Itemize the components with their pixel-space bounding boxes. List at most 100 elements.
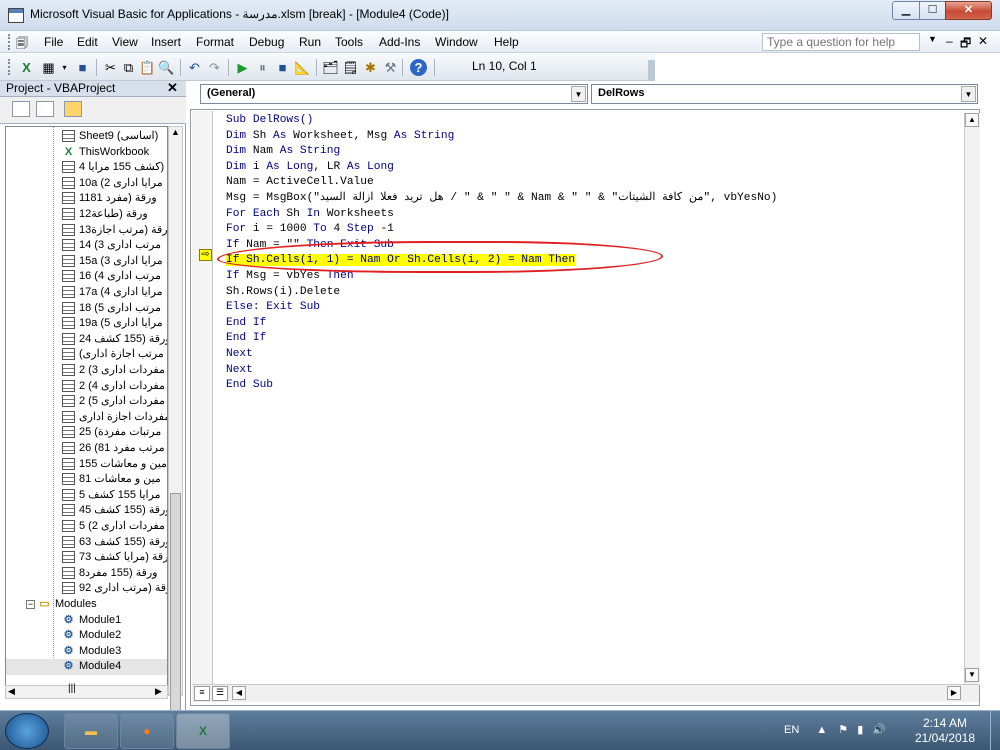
menu-tools[interactable]: Tools — [335, 35, 363, 49]
code-line[interactable]: Dim Sh As Worksheet, Msg As String — [226, 129, 454, 145]
project-pane-close-icon[interactable]: ✕ — [167, 80, 178, 96]
run-icon[interactable]: ▶ — [234, 59, 251, 76]
menu-help[interactable]: Help — [494, 35, 519, 49]
toolbar-grip[interactable] — [8, 59, 11, 75]
menu-edit[interactable]: Edit — [77, 35, 98, 49]
object-browser-icon[interactable]: ✱ — [362, 59, 379, 76]
menu-file[interactable]: File — [44, 35, 63, 49]
procedure-view-icon[interactable]: ≡ — [194, 686, 210, 701]
code-line[interactable]: Dim i As Long, LR As Long — [226, 160, 394, 176]
code-line[interactable]: Sub DelRows() — [226, 113, 313, 129]
tree-item[interactable]: 18 (مرتب ادارى 5 — [6, 301, 167, 317]
tree-item[interactable]: 7ورقة (مرايا كشف 3 — [6, 550, 167, 566]
tree-item[interactable]: 6ورقة (155 كشف 3 — [6, 535, 167, 551]
code-horizontal-scrollbar[interactable]: ≡ ☰ ◀ ▶ — [192, 684, 979, 702]
tree-item[interactable]: 2 (مفردات ادارى 4 — [6, 379, 167, 395]
chevron-down-icon[interactable]: ▼ — [571, 86, 586, 102]
tree-item[interactable]: 16 (مرتب ادارى 4 — [6, 269, 167, 285]
firefox-icon[interactable]: ● — [120, 713, 174, 749]
tree-item[interactable]: ⚙ Module1 — [6, 613, 167, 629]
tree-item[interactable]: Sheet9 (اساسى) — [6, 129, 167, 145]
action-center-flag-icon[interactable]: ⚑ — [838, 724, 848, 736]
tree-item[interactable]: 5 (مفردات ادارى 2 — [6, 519, 167, 535]
code-vertical-scrollbar[interactable]: ▲ ▼ — [964, 113, 980, 685]
scroll-right-icon[interactable]: ▶ — [155, 686, 162, 697]
object-combo[interactable]: (General) ▼ — [200, 84, 588, 104]
volume-icon[interactable]: 🔊 — [872, 724, 886, 736]
tree-item[interactable]: 2 (مفردات ادارى 5 — [6, 394, 167, 410]
tree-item[interactable]: مفردات اجازة ادارى — [6, 410, 167, 426]
view-object-button[interactable] — [36, 101, 54, 117]
network-icon[interactable]: ▮ — [857, 724, 863, 736]
breakpoint-margin[interactable] — [192, 111, 213, 684]
code-line[interactable]: Nam = ActiveCell.Value — [226, 175, 374, 191]
help-search-input[interactable] — [762, 33, 920, 51]
tree-item[interactable]: 17a (مرايا ادارى 4 — [6, 285, 167, 301]
find-icon[interactable]: 🔍 — [158, 59, 175, 76]
code-line[interactable]: Msg = MsgBox("هل تريد فعلا ازالة السيد /… — [226, 191, 777, 207]
scroll-left-icon[interactable]: ◀ — [8, 686, 15, 697]
tree-item[interactable]: 12ورقة (طباعة — [6, 207, 167, 223]
minimize-button[interactable]: ▁ — [892, 1, 920, 20]
menu-debug[interactable]: Debug — [249, 35, 284, 49]
excel-icon[interactable]: X — [176, 713, 230, 749]
tree-item[interactable]: (مرتب اجازة ادارى — [6, 347, 167, 363]
tree-item[interactable]: 9ورقة (مرتب ادارى 2 — [6, 581, 167, 597]
tree-item[interactable]: مين و معاشات 81 — [6, 472, 167, 488]
paste-icon[interactable]: 📋 — [139, 59, 156, 76]
menu-insert[interactable]: Insert — [151, 35, 181, 49]
code-line[interactable]: Else: Exit Sub — [226, 300, 320, 316]
toggle-folders-button[interactable] — [64, 101, 82, 117]
menu-format[interactable]: Format — [196, 35, 234, 49]
code-line[interactable]: Next — [226, 363, 253, 379]
tray-overflow-icon[interactable]: ▲ — [816, 724, 827, 736]
toolbox-icon[interactable]: ⚒ — [382, 59, 399, 76]
close-button[interactable]: ✕ — [945, 1, 992, 20]
tree-item[interactable]: 8ورقة (155 مفرد — [6, 566, 167, 582]
scroll-up-icon[interactable]: ▲ — [171, 127, 180, 137]
tree-item[interactable]: 11ورقة (مفرد 81 — [6, 191, 167, 207]
scroll-down-icon[interactable]: ▼ — [965, 668, 979, 682]
code-line[interactable]: End If — [226, 316, 266, 332]
help-dropdown-icon[interactable]: ▼ — [928, 34, 937, 44]
break-icon[interactable]: ⏸ — [254, 59, 271, 76]
child-close-icon[interactable]: ✕ — [978, 34, 988, 48]
code-line[interactable]: End If — [226, 331, 266, 347]
code-line[interactable]: Dim Nam As String — [226, 144, 340, 160]
tree-item[interactable]: ⚙ Module4 — [6, 659, 167, 675]
menu-view[interactable]: View — [112, 35, 138, 49]
clock[interactable]: 2:14 AM 21/04/2018 — [910, 716, 980, 746]
menu-window[interactable]: Window — [435, 35, 478, 49]
insert-dropdown-icon[interactable]: ▾ — [56, 59, 73, 76]
language-indicator[interactable]: EN — [784, 724, 799, 736]
project-explorer-icon[interactable]: 🗂 — [322, 59, 339, 76]
show-desktop-button[interactable] — [990, 711, 1000, 750]
project-horizontal-scrollbar[interactable]: ◀ ||| ▶ — [5, 683, 168, 699]
tree-item[interactable]: ▭ − Modules — [6, 597, 167, 613]
design-mode-icon[interactable]: 📐 — [294, 59, 311, 76]
scroll-left-icon[interactable]: ◀ — [232, 686, 246, 700]
tree-item[interactable]: 14 (مرتب ادارى 3 — [6, 238, 167, 254]
child-minimize-icon[interactable]: – — [946, 34, 953, 48]
toolbar-overflow-chevron[interactable] — [648, 60, 655, 80]
procedure-combo[interactable]: DelRows ▼ — [591, 84, 978, 104]
tree-item[interactable]: مين و معاشات 155 — [6, 457, 167, 473]
menu-grip[interactable] — [8, 34, 11, 50]
undo-icon[interactable]: ↶ — [186, 59, 203, 76]
insert-userform-icon[interactable]: ▦ — [40, 59, 57, 76]
code-line[interactable]: For i = 1000 To 4 Step -1 — [226, 222, 394, 238]
scroll-up-icon[interactable]: ▲ — [965, 113, 979, 127]
tree-item[interactable]: 19a (مرايا ادارى 5 — [6, 316, 167, 332]
redo-icon[interactable]: ↷ — [206, 59, 223, 76]
maximize-button[interactable]: ☐ — [919, 1, 946, 20]
tree-item[interactable]: 15a (مرايا ادارى 3 — [6, 254, 167, 270]
tree-item[interactable]: 25 (مرتبات مفردة — [6, 425, 167, 441]
tree-item[interactable]: 13ورقة (مرتب اجازة — [6, 223, 167, 239]
tree-item[interactable]: X ThisWorkbook — [6, 145, 167, 161]
code-line[interactable]: Sh.Rows(i).Delete — [226, 285, 340, 301]
save-icon[interactable]: ■ — [74, 59, 91, 76]
code-line[interactable]: End Sub — [226, 378, 273, 394]
tree-item[interactable]: 4ورقة (155 كشف 5 — [6, 503, 167, 519]
tree-item[interactable]: 10a (مرايا ادارى 2 — [6, 176, 167, 192]
chevron-down-icon[interactable]: ▼ — [961, 86, 976, 102]
